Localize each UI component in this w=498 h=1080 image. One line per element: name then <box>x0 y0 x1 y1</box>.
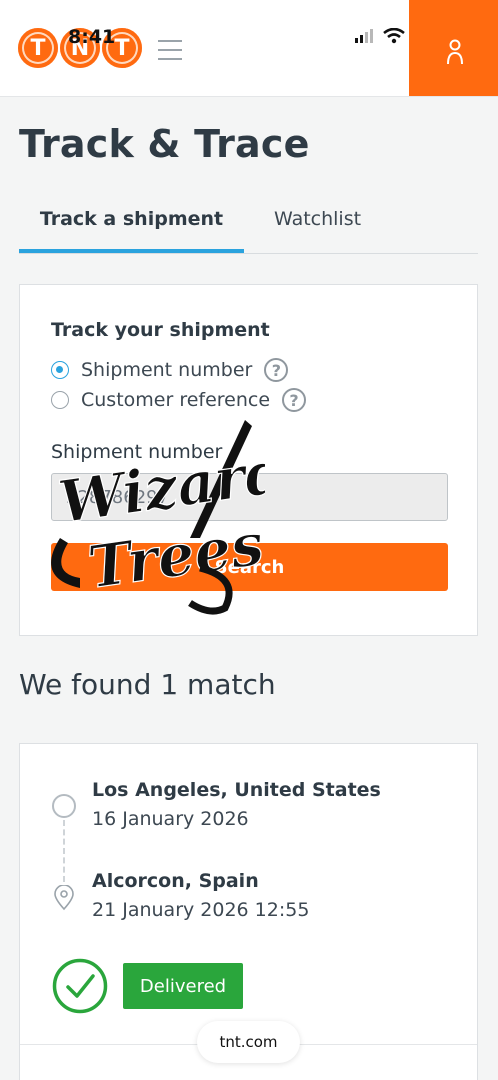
signal-icon <box>355 29 373 43</box>
tab-watchlist[interactable]: Watchlist <box>274 208 361 252</box>
route-dashed-line <box>63 820 65 882</box>
radio-label-shipment-number: Shipment number <box>81 359 253 381</box>
browser-url-pill[interactable]: tnt.com <box>197 1021 300 1063</box>
destination-place: Alcorcon, Spain <box>92 870 259 892</box>
radio-shipment-number[interactable] <box>51 361 69 379</box>
help-icon[interactable]: ? <box>282 388 307 412</box>
page-title: Track & Trace <box>19 122 310 166</box>
top-header: T N T 8:41 <box>0 0 498 97</box>
tnt-track-page: T N T 8:41 Track & Trace Track a shipmen… <box>0 0 498 1080</box>
delivered-check-icon <box>52 958 108 1014</box>
radio-label-customer-reference: Customer reference <box>81 389 271 411</box>
user-icon <box>447 39 463 65</box>
menu-icon[interactable] <box>158 40 182 60</box>
results-heading: We found 1 match <box>19 668 276 701</box>
option-customer-reference[interactable]: Customer reference ? <box>51 388 307 412</box>
destination-date: 21 January 2026 12:55 <box>92 899 310 921</box>
wifi-icon <box>383 28 405 44</box>
option-shipment-number[interactable]: Shipment number ? <box>51 358 289 382</box>
origin-place: Los Angeles, United States <box>92 779 381 801</box>
tab-bar: Track a shipment Watchlist <box>19 198 478 254</box>
origin-circle-icon <box>52 794 76 818</box>
logo-letter-t1: T <box>18 28 58 68</box>
location-pin-icon <box>54 885 74 911</box>
status-bar-time: 8:41 <box>68 26 116 48</box>
track-form-heading: Track your shipment <box>51 319 270 341</box>
radio-customer-reference[interactable] <box>51 391 69 409</box>
help-icon[interactable]: ? <box>264 358 289 382</box>
origin-date: 16 January 2026 <box>92 808 249 830</box>
wizard-trees-watermark: Wizard Trees <box>51 420 265 615</box>
tab-track-shipment[interactable]: Track a shipment <box>19 208 244 253</box>
account-button[interactable] <box>409 0 498 96</box>
status-badge: Delivered <box>123 963 243 1009</box>
